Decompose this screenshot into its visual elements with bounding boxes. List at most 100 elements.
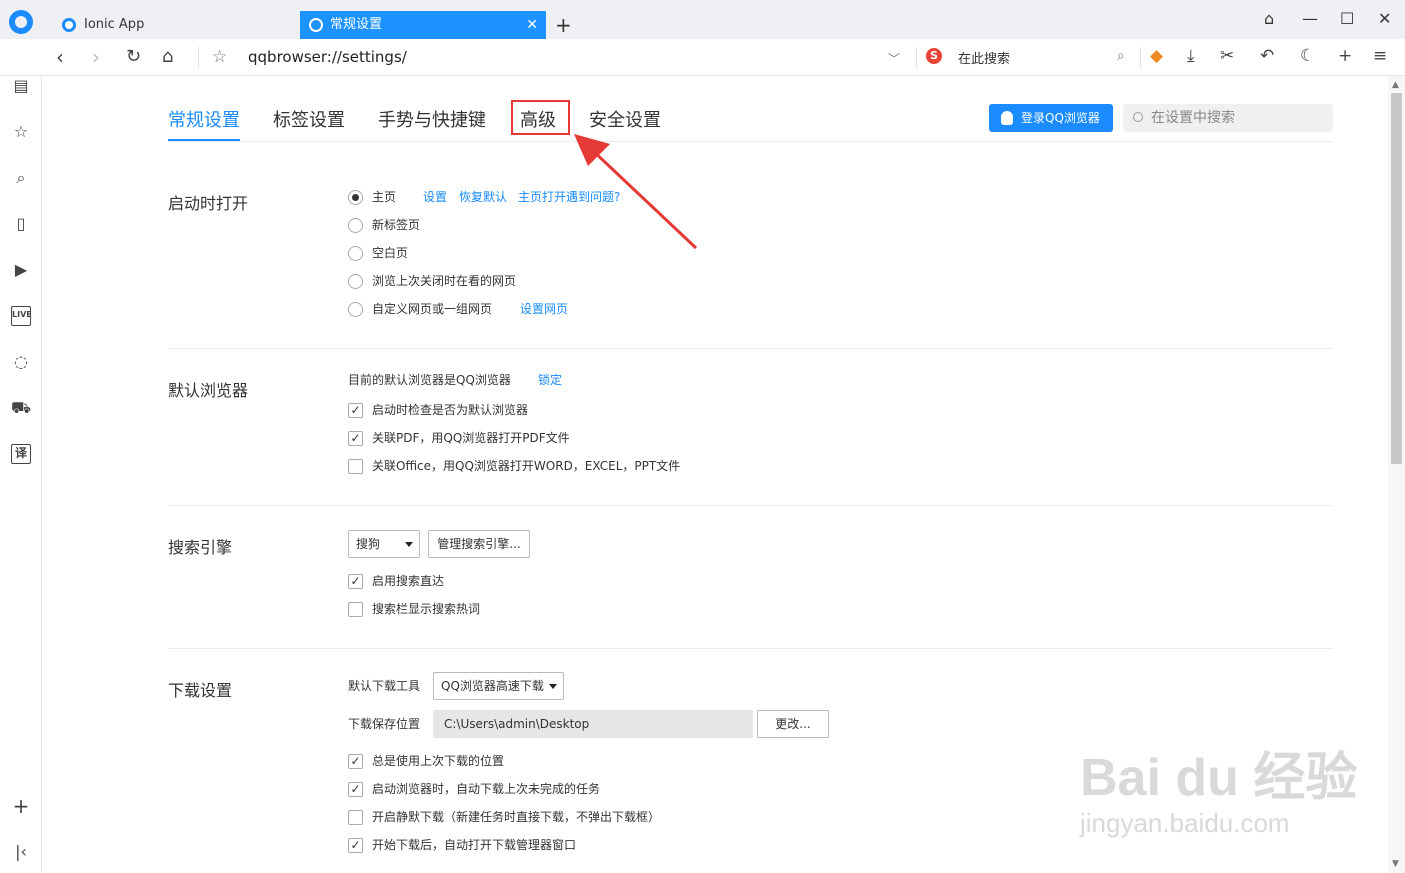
new-tab-button[interactable]: + xyxy=(555,11,572,39)
checkbox-label: 搜索栏显示搜索热词 xyxy=(372,602,481,616)
radio-label: 新标签页 xyxy=(372,218,421,232)
checkbox-search-direct[interactable]: ✓ xyxy=(348,574,363,589)
news-icon[interactable]: ▤ xyxy=(11,76,31,96)
search-icon[interactable]: ⌕ xyxy=(1117,48,1125,64)
dropdown-arrow-icon xyxy=(549,684,557,689)
active-tab-indicator xyxy=(168,139,240,141)
scroll-down-icon[interactable]: ▼ xyxy=(1392,859,1399,869)
live-icon[interactable]: LIVE xyxy=(11,306,32,326)
radio-homepage[interactable] xyxy=(348,190,363,205)
favorites-star-icon[interactable]: ☆ xyxy=(11,122,31,142)
restore-default-link[interactable]: 恢复默认 xyxy=(459,188,507,206)
sogou-search-icon[interactable]: S xyxy=(926,48,942,64)
homepage-settings-link[interactable]: 设置 xyxy=(423,188,447,206)
change-path-button[interactable]: 更改... xyxy=(757,710,829,738)
scroll-thumb[interactable] xyxy=(1391,93,1402,464)
settings-search-input[interactable]: 在设置中搜索 xyxy=(1123,104,1333,132)
default-browser-section-title: 默认浏览器 xyxy=(168,381,249,400)
video-icon[interactable]: ▶ xyxy=(11,260,31,280)
tab-ionic-app[interactable]: Ionic App xyxy=(50,11,300,39)
download-icon[interactable]: ⤓ xyxy=(1187,46,1195,66)
chat-icon[interactable]: ◌ xyxy=(11,352,31,372)
settings-gear-icon xyxy=(309,18,323,32)
radio-label: 自定义网页或一组网页 xyxy=(372,302,493,316)
skin-icon[interactable]: ⌂ xyxy=(1264,9,1274,28)
game-icon[interactable]: ◆ xyxy=(1150,46,1163,66)
section-divider xyxy=(168,505,1333,506)
checkbox-check-default[interactable]: ✓ xyxy=(348,403,363,418)
book-icon[interactable]: ▯ xyxy=(11,214,31,234)
scroll-up-icon[interactable]: ▲ xyxy=(1392,80,1399,90)
add-sidebar-icon[interactable]: + xyxy=(11,796,31,816)
search-engine-select[interactable]: 搜狗 xyxy=(348,530,420,558)
lock-link[interactable]: 锁定 xyxy=(538,371,562,389)
maximize-icon[interactable]: ☐ xyxy=(1340,9,1354,28)
homepage-problem-link[interactable]: 主页打开遇到问题? xyxy=(518,188,620,206)
undo-icon[interactable]: ↶ xyxy=(1260,46,1274,66)
radio-blank-page[interactable] xyxy=(348,246,363,261)
radio-custom-pages[interactable] xyxy=(348,302,363,317)
set-pages-link[interactable]: 设置网页 xyxy=(520,300,568,318)
download-path-field[interactable]: C:\Users\admin\Desktop xyxy=(433,710,753,738)
checkbox-label: 总是使用上次下载的位置 xyxy=(372,754,505,768)
night-mode-icon[interactable]: ☾ xyxy=(1300,46,1315,66)
search-engine-section-title: 搜索引擎 xyxy=(168,538,233,557)
section-divider xyxy=(168,348,1333,349)
checkbox-label: 关联Office，用QQ浏览器打开WORD，EXCEL，PPT文件 xyxy=(372,459,681,473)
login-label: 登录QQ浏览器 xyxy=(1021,111,1100,125)
refresh-icon[interactable]: ↻ xyxy=(126,45,141,69)
checkbox-label: 启用搜索直达 xyxy=(372,574,445,588)
bookmark-star-icon[interactable]: ☆ xyxy=(212,45,227,69)
minimize-icon[interactable]: — xyxy=(1302,9,1318,28)
tab-divider xyxy=(168,141,1333,142)
close-tab-icon[interactable]: ✕ xyxy=(526,11,538,39)
vertical-scrollbar[interactable]: ▲ ▼ xyxy=(1388,76,1405,873)
checkbox-label: 关联PDF，用QQ浏览器打开PDF文件 xyxy=(372,431,570,445)
tab-label: 常规设置 xyxy=(330,17,383,32)
close-window-icon[interactable]: ✕ xyxy=(1378,9,1391,28)
download-path-label: 下载保存位置 xyxy=(348,717,421,731)
download-section-title: 下载设置 xyxy=(168,681,233,700)
qq-browser-logo-icon[interactable] xyxy=(9,10,33,34)
forward-icon[interactable]: › xyxy=(92,45,100,69)
address-bar: ‹ › ↻ ⌂ ☆ qqbrowser://settings/ ﹀ S 在此搜索… xyxy=(0,39,1405,76)
tab-gestures-shortcuts[interactable]: 手势与快捷键 xyxy=(378,106,486,132)
qq-penguin-icon xyxy=(1001,111,1013,125)
checkbox-last-location[interactable]: ✓ xyxy=(348,754,363,769)
checkbox-label: 启动浏览器时，自动下载上次未完成的任务 xyxy=(372,782,601,796)
manage-search-engines-button[interactable]: 管理搜索引擎... xyxy=(428,530,530,558)
collapse-sidebar-icon[interactable]: |‹ xyxy=(11,842,31,862)
ionic-icon xyxy=(62,18,76,32)
tab-tabs[interactable]: 标签设置 xyxy=(273,106,345,132)
checkbox-resume-downloads[interactable]: ✓ xyxy=(348,782,363,797)
select-value: QQ浏览器高速下载 xyxy=(441,679,544,693)
checkbox-silent-download[interactable] xyxy=(348,810,363,825)
scissors-icon[interactable]: ✂ xyxy=(1220,46,1234,66)
add-icon[interactable]: + xyxy=(1338,46,1352,66)
radio-new-tab[interactable] xyxy=(348,218,363,233)
checkbox-hot-words[interactable] xyxy=(348,602,363,617)
menu-icon[interactable]: ≡ xyxy=(1373,46,1387,66)
chevron-down-icon[interactable]: ﹀ xyxy=(888,47,900,71)
settings-search-placeholder: 在设置中搜索 xyxy=(1151,110,1235,126)
tab-label: Ionic App xyxy=(84,17,145,32)
home-icon[interactable]: ⌂ xyxy=(162,45,173,69)
baidu-watermark-url: jingyan.baidu.com xyxy=(1080,808,1290,838)
download-tool-select[interactable]: QQ浏览器高速下载 xyxy=(433,672,564,700)
login-qq-button[interactable]: 登录QQ浏览器 xyxy=(989,104,1113,132)
search-input[interactable]: 在此搜索 xyxy=(958,48,1010,67)
checkbox-label: 启动时检查是否为默认浏览器 xyxy=(372,403,529,417)
divider xyxy=(916,47,917,68)
search-icon[interactable]: ⌕ xyxy=(11,168,31,188)
back-icon[interactable]: ‹ xyxy=(56,45,64,69)
checkbox-open-manager[interactable]: ✓ xyxy=(348,838,363,853)
tab-settings[interactable]: 常规设置 ✕ xyxy=(300,11,546,39)
cart-icon[interactable]: ⛟ xyxy=(11,398,31,418)
tab-general[interactable]: 常规设置 xyxy=(168,106,240,132)
tab-strip: Ionic App 常规设置 ✕ + ⌂ — ☐ ✕ xyxy=(0,0,1405,39)
checkbox-associate-office[interactable] xyxy=(348,459,363,474)
radio-last-session[interactable] xyxy=(348,274,363,289)
url-input[interactable]: qqbrowser://settings/ xyxy=(248,48,407,66)
checkbox-associate-pdf[interactable]: ✓ xyxy=(348,431,363,446)
translate-icon[interactable]: 译 xyxy=(11,444,31,464)
